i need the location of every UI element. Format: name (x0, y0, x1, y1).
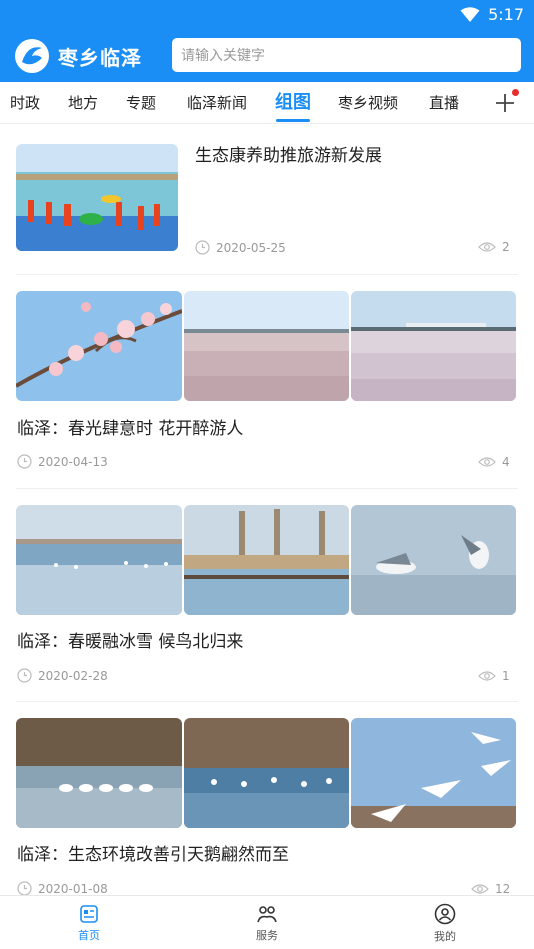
article-photo[interactable] (184, 718, 349, 828)
article-title[interactable]: 生态康养助推旅游新发展 (195, 141, 382, 166)
wifi-icon (460, 6, 480, 22)
nav-home[interactable]: 首页 (39, 896, 139, 949)
tab-zhuanti[interactable]: 专题 (126, 82, 156, 124)
nav-profile[interactable]: 我的 (395, 896, 495, 949)
divider (16, 701, 518, 702)
article-photo[interactable] (351, 718, 516, 828)
article-date: 2020-05-25 (195, 240, 286, 255)
eye-icon (478, 671, 496, 681)
eye-icon (478, 242, 496, 252)
clock-icon (17, 454, 32, 469)
view-count: 1 (478, 669, 510, 683)
nav-label: 首页 (78, 928, 100, 942)
divider (16, 274, 518, 275)
app-name: 枣乡临泽 (58, 45, 142, 70)
nav-service[interactable]: 服务 (217, 896, 317, 949)
date-text: 2020-02-28 (38, 668, 108, 683)
bottom-nav: 首页 服务 我的 (0, 895, 534, 949)
tab-difang[interactable]: 地方 (68, 82, 98, 124)
nav-label: 服务 (256, 928, 278, 942)
nav-label: 我的 (434, 929, 456, 943)
view-count: 4 (478, 455, 510, 469)
clock-icon (17, 668, 32, 683)
article-title[interactable]: 临泽：春光肆意时 花开醉游人 (17, 414, 243, 439)
tab-video[interactable]: 枣乡视频 (338, 82, 398, 124)
views-text: 2 (502, 240, 510, 254)
home-icon (80, 904, 98, 923)
clock-icon (195, 240, 210, 255)
category-tabs: 时政 地方 专题 临泽新闻 组图 枣乡视频 直播 (0, 82, 534, 124)
views-text: 1 (502, 669, 510, 683)
active-tab-indicator (276, 119, 310, 122)
status-bar: 5:17 (0, 0, 534, 30)
article-title[interactable]: 临泽：春暖融冰雪 候鸟北归来 (17, 627, 243, 652)
article-photo[interactable] (184, 291, 349, 401)
article-date: 2020-02-28 (17, 668, 108, 683)
eye-icon (471, 884, 489, 894)
article-photo[interactable] (351, 505, 516, 615)
view-count: 12 (471, 882, 510, 895)
profile-icon (434, 903, 456, 924)
clock: 5:17 (488, 5, 524, 24)
news-feed[interactable]: 生态康养助推旅游新发展 2020-05-25 2 临泽：春光肆意时 花开醉游人 … (0, 124, 534, 895)
article-photo[interactable] (184, 505, 349, 615)
article-thumbnail[interactable] (16, 144, 178, 251)
search-placeholder: 请输入关键字 (181, 48, 265, 64)
clock-icon (17, 881, 32, 895)
tab-linze-news[interactable]: 临泽新闻 (187, 82, 247, 124)
logo-icon (15, 39, 49, 73)
app-header: 枣乡临泽 请输入关键字 (0, 30, 534, 82)
search-input[interactable]: 请输入关键字 (172, 38, 521, 72)
article-photo[interactable] (16, 505, 182, 615)
article-photo[interactable] (16, 718, 182, 828)
app-logo[interactable]: 枣乡临泽 (14, 38, 142, 74)
tab-live[interactable]: 直播 (429, 82, 459, 124)
notification-dot (512, 89, 519, 96)
article-date: 2020-04-13 (17, 454, 108, 469)
views-text: 4 (502, 455, 510, 469)
eye-icon (478, 457, 496, 467)
article-photo[interactable] (351, 291, 516, 401)
date-text: 2020-01-08 (38, 881, 108, 896)
date-text: 2020-05-25 (216, 240, 286, 255)
divider (16, 488, 518, 489)
service-icon (257, 905, 277, 922)
tab-shizheng[interactable]: 时政 (10, 82, 40, 124)
article-date: 2020-01-08 (17, 881, 108, 895)
article-title[interactable]: 临泽：生态环境改善引天鹅翩然而至 (17, 840, 289, 865)
date-text: 2020-04-13 (38, 454, 108, 469)
tab-photo-gallery[interactable]: 组图 (275, 82, 311, 124)
views-text: 12 (495, 882, 511, 895)
view-count: 2 (478, 240, 510, 254)
article-photo[interactable] (16, 291, 182, 401)
